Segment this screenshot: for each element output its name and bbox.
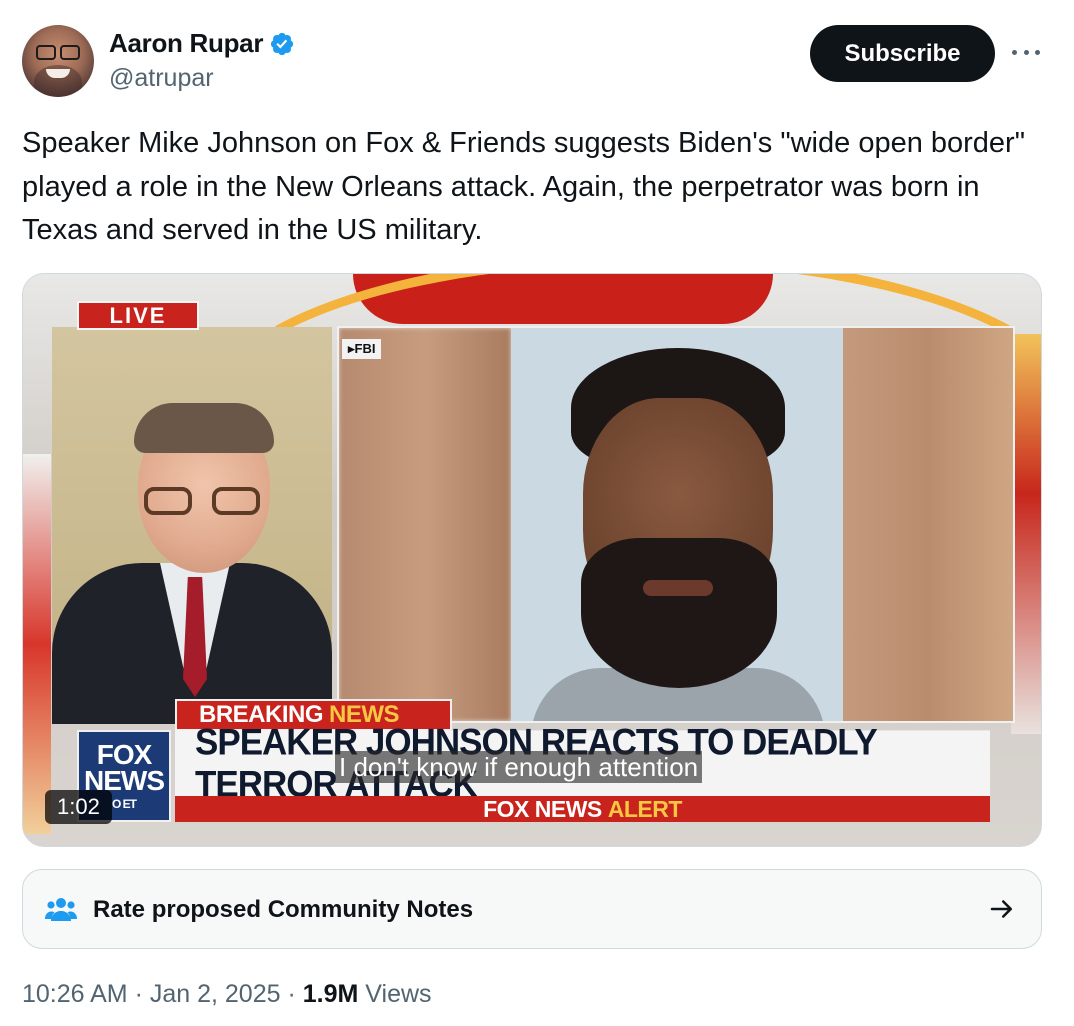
meta-separator: · [280, 980, 303, 1008]
author-name-row[interactable]: Aaron Rupar [109, 28, 295, 59]
tweet-meta: 10:26 AM · Jan 2, 2025 · 1.9M Views [22, 980, 432, 1009]
video-bg-right-strip [1011, 334, 1041, 734]
suspect-photo [511, 328, 845, 721]
video-speaker-panel [52, 327, 332, 724]
fbi-label: ▸FBI [342, 339, 382, 359]
arrow-right-icon [990, 900, 1012, 918]
views-label: Views [358, 980, 432, 1008]
more-horizontal-icon[interactable] [1012, 38, 1040, 66]
video-player[interactable]: LIVE ▸FBI BREAKING NEWS SPEAKER JOHNSON … [22, 273, 1042, 847]
video-photo-panel: ▸FBI [337, 326, 1015, 723]
community-notes-card[interactable]: Rate proposed Community Notes [22, 869, 1042, 949]
subscribe-button[interactable]: Subscribe [810, 25, 995, 82]
speaker-glasses [144, 487, 264, 517]
video-duration: 1:02 [45, 790, 112, 824]
tweet-time[interactable]: 10:26 AM [22, 980, 128, 1008]
views-count[interactable]: 1.9M [303, 980, 359, 1008]
suspect-beard [581, 538, 777, 688]
photo-blur-right [843, 328, 1013, 721]
alert-bar: FOX NEWS ALERT [175, 796, 990, 822]
community-notes-label: Rate proposed Community Notes [93, 896, 474, 923]
video-caption: I don't know if enough attention [335, 751, 703, 783]
tweet-date[interactable]: Jan 2, 2025 [150, 980, 281, 1008]
fox-logo-line3: O ET [111, 797, 137, 811]
meta-separator: · [127, 980, 150, 1008]
people-icon [45, 898, 77, 921]
author-handle[interactable]: @atrupar [109, 64, 214, 93]
live-badge: LIVE [77, 301, 199, 330]
author-avatar[interactable] [22, 25, 94, 97]
suspect-mouth [643, 580, 713, 596]
tweet-text: Speaker Mike Johnson on Fox & Friends su… [22, 127, 1026, 246]
alert-prefix: FOX NEWS [483, 795, 602, 822]
photo-blur-left [339, 328, 511, 721]
alert-suffix: ALERT [607, 795, 683, 822]
speaker-hair [134, 403, 274, 453]
author-name[interactable]: Aaron Rupar [109, 28, 263, 59]
verified-badge-icon [271, 32, 294, 55]
avatar-glasses [36, 45, 80, 60]
video-bg-left-strip [23, 454, 51, 834]
